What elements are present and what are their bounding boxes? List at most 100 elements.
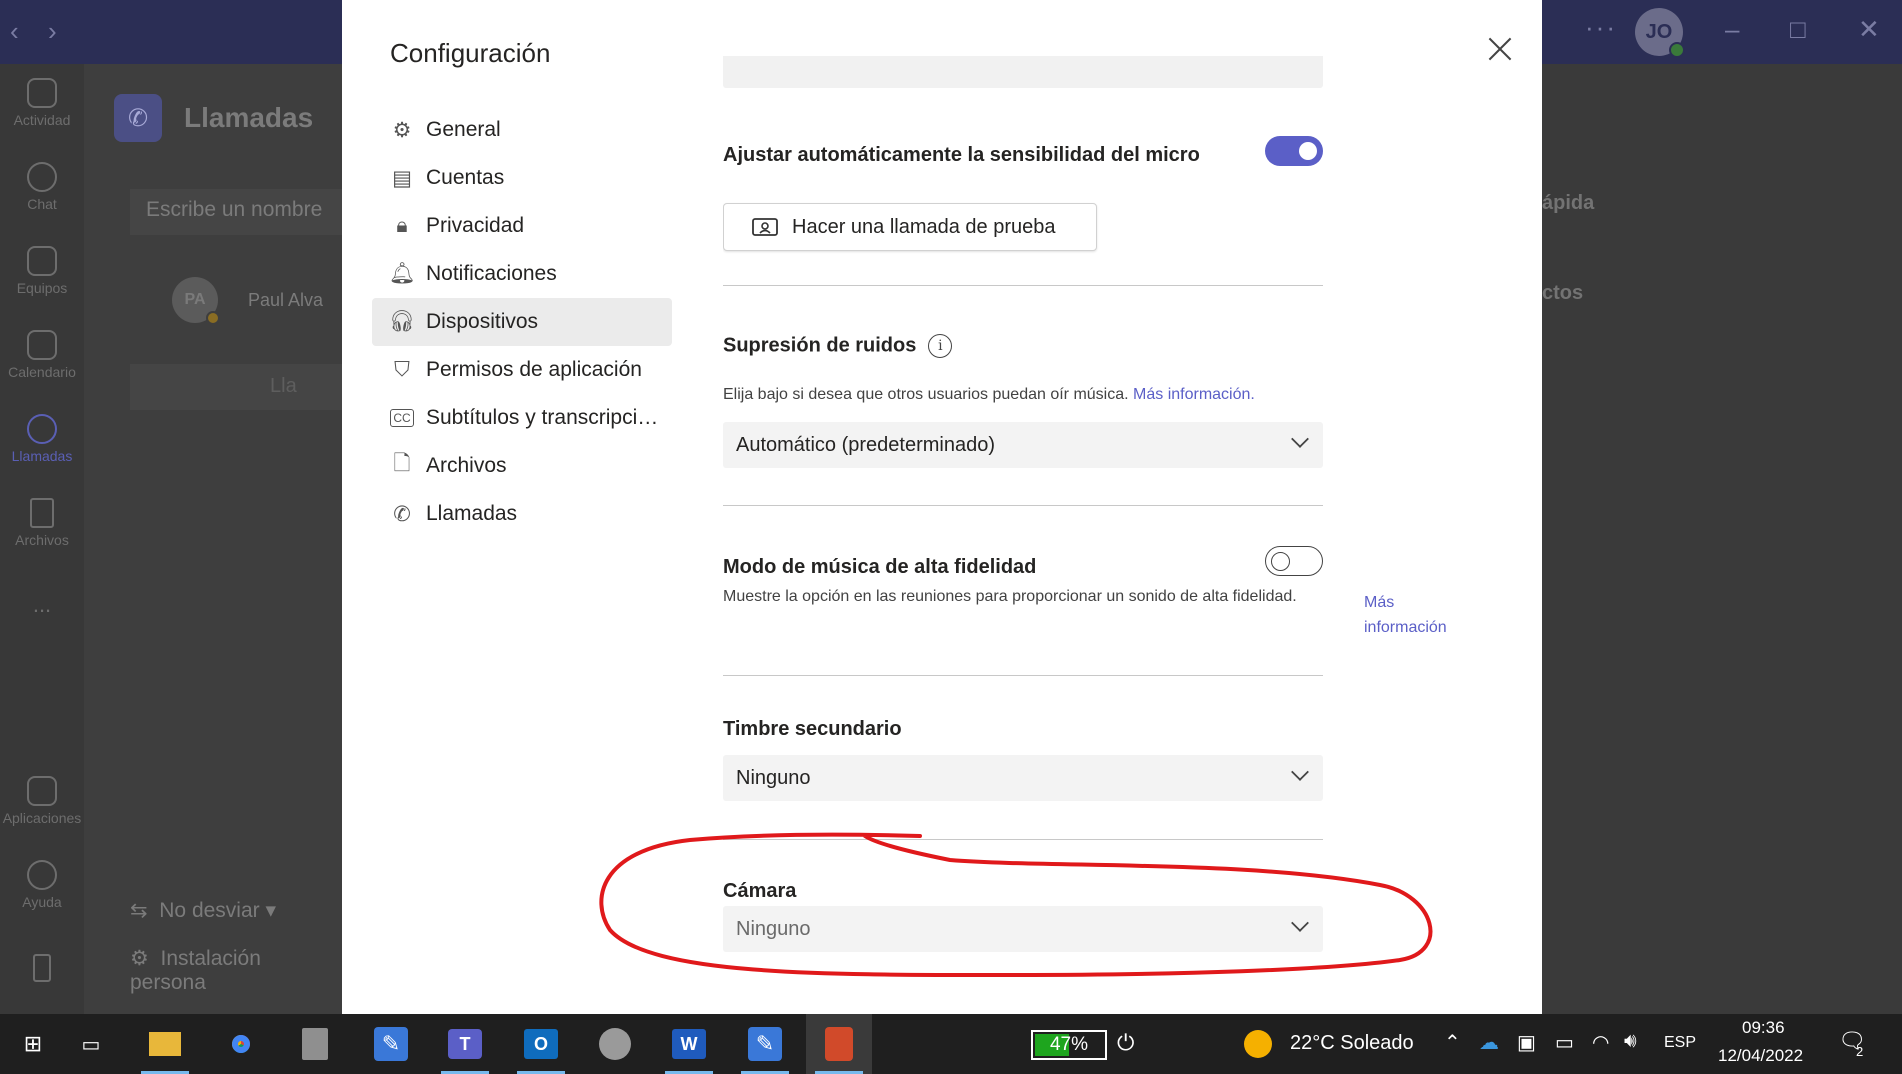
- rail-item-calls[interactable]: Llamadas: [0, 414, 84, 464]
- camera-select[interactable]: Ninguno: [723, 906, 1323, 952]
- secondary-ringer-label: Timbre secundario: [723, 718, 902, 740]
- whiteboard-app[interactable]: ✎: [358, 1014, 424, 1074]
- battery-indicator[interactable]: 47%: [1031, 1030, 1107, 1060]
- presence-icon: [206, 311, 220, 325]
- chevron-up-icon[interactable]: ⌃: [1444, 1030, 1461, 1055]
- start-button[interactable]: ⊞: [0, 1014, 66, 1074]
- noise-desc-text: Elija bajo si desea que otros usuarios p…: [723, 386, 1129, 403]
- close-window-icon[interactable]: ✕: [1858, 14, 1880, 45]
- teams-app[interactable]: T: [432, 1014, 498, 1074]
- calls-title: Llamadas: [184, 102, 314, 133]
- rail-item-calendar[interactable]: Calendario: [0, 330, 84, 380]
- contact-item[interactable]: PA Paul Alva: [172, 277, 323, 325]
- nav-notifications[interactable]: 🔔︎ Notificaciones: [372, 250, 672, 298]
- nav-devices[interactable]: 🎧︎ Dispositivos: [372, 298, 672, 346]
- teams-icon: [27, 246, 57, 276]
- mobile-icon: [33, 954, 51, 982]
- lock-icon: 🔒︎: [396, 214, 408, 237]
- power-icon[interactable]: ▭: [1555, 1030, 1574, 1055]
- accounts-icon: ▤: [392, 166, 412, 190]
- nav-accounts[interactable]: ▤ Cuentas: [372, 154, 672, 202]
- rail-label: Llamadas: [11, 448, 73, 464]
- snipping-tool-app[interactable]: [806, 1014, 872, 1074]
- language-indicator[interactable]: ESP: [1664, 1034, 1696, 1052]
- plug-icon: ⏻: [1117, 1030, 1135, 1055]
- screen: ‹ › ··· JO – □ ✕ Actividad Chat Equipos …: [0, 0, 1902, 1074]
- wifi-icon[interactable]: ◠: [1592, 1030, 1609, 1055]
- nav-files[interactable]: 🗋 Archivos: [372, 442, 672, 490]
- search-placeholder: Escribe un nombre: [146, 198, 323, 221]
- call-forwarding[interactable]: ⇆ No desviar ▾: [130, 898, 276, 923]
- more-options-icon[interactable]: ···: [1585, 12, 1617, 43]
- whiteboard-app-2[interactable]: ✎: [732, 1014, 798, 1074]
- secondary-ringer-select[interactable]: Ninguno: [723, 755, 1323, 801]
- rail-item-more[interactable]: ...: [0, 592, 84, 618]
- noise-label: Supresión de ruidos: [723, 334, 917, 357]
- gear-icon: ⚙: [392, 118, 412, 142]
- minimize-icon[interactable]: –: [1725, 14, 1739, 45]
- mic-sensitivity-toggle[interactable]: [1265, 136, 1323, 166]
- speed-dial-heading: ápida: [1542, 192, 1595, 214]
- clock-time[interactable]: 09:36: [1742, 1018, 1785, 1038]
- chrome-app[interactable]: [208, 1014, 274, 1074]
- apps-icon: [27, 776, 57, 806]
- calls-pane: ✆ Llamadas Escribe un nombre PA Paul Alv…: [84, 64, 350, 1014]
- rail-label: Aplicaciones: [2, 810, 82, 826]
- hifi-more-info-link[interactable]: Más información: [1364, 590, 1474, 640]
- call-button[interactable]: Lla: [130, 364, 350, 410]
- clock-date[interactable]: 12/04/2022: [1718, 1046, 1803, 1066]
- hifi-music-toggle[interactable]: [1265, 546, 1323, 576]
- rail-label: Calendario: [8, 364, 76, 380]
- earth-pro-app[interactable]: [582, 1014, 648, 1074]
- windows-icon: ⊞: [23, 1031, 43, 1056]
- rail-label: Actividad: [13, 112, 71, 128]
- maximize-icon[interactable]: □: [1790, 14, 1806, 45]
- weather-text[interactable]: 22°C Soleado: [1290, 1032, 1414, 1055]
- forwarding-label: No desviar: [159, 899, 260, 922]
- dial-search-input[interactable]: Escribe un nombre: [130, 189, 350, 235]
- rail-item-device[interactable]: [0, 954, 84, 986]
- rail-item-files[interactable]: Archivos: [0, 498, 84, 548]
- onedrive-icon[interactable]: ☁: [1479, 1030, 1499, 1055]
- calculator-app[interactable]: [282, 1014, 348, 1074]
- noise-more-info-link[interactable]: Más información.: [1133, 386, 1255, 403]
- test-call-button[interactable]: Hacer una llamada de prueba: [723, 203, 1097, 251]
- speaker-select-partial[interactable]: [723, 56, 1323, 88]
- rail-item-activity[interactable]: Actividad: [0, 78, 84, 128]
- nav-app-permissions[interactable]: ⛉ Permisos de aplicación: [372, 346, 672, 394]
- chat-icon: [27, 162, 57, 192]
- device-setup[interactable]: ⚙ Instalación persona: [130, 946, 342, 995]
- info-icon[interactable]: i: [928, 334, 953, 358]
- test-call-icon: [752, 218, 778, 236]
- chevron-down-icon: [1291, 430, 1309, 448]
- back-arrow-icon[interactable]: ‹: [10, 16, 19, 47]
- nav-general[interactable]: ⚙ General: [372, 106, 672, 154]
- rail-item-chat[interactable]: Chat: [0, 162, 84, 212]
- dialog-title: Configuración: [390, 38, 551, 68]
- file-explorer-app[interactable]: [132, 1014, 198, 1074]
- display-icon[interactable]: ▣: [1517, 1030, 1536, 1055]
- word-app[interactable]: W: [656, 1014, 722, 1074]
- noise-description: Elija bajo si desea que otros usuarios p…: [723, 382, 1255, 407]
- divider: [723, 675, 1323, 676]
- user-avatar[interactable]: JO: [1635, 8, 1685, 58]
- nav-privacy[interactable]: 🔒︎ Privacidad: [372, 202, 672, 250]
- mic-sensitivity-label: Ajustar automáticamente la sensibilidad …: [723, 144, 1200, 166]
- rail-item-teams[interactable]: Equipos: [0, 246, 84, 296]
- nav-label: Llamadas: [426, 502, 518, 525]
- volume-icon[interactable]: 🔊︎: [1624, 1030, 1637, 1053]
- chrome-icon: [225, 1028, 257, 1060]
- forward-arrow-icon[interactable]: ›: [48, 16, 57, 47]
- nav-captions[interactable]: CC Subtítulos y transcripcio...: [372, 394, 672, 442]
- divider: [723, 285, 1323, 286]
- noise-suppression-select[interactable]: Automático (predeterminado): [723, 422, 1323, 468]
- chevron-down-icon: [1291, 914, 1309, 932]
- outlook-app[interactable]: O: [508, 1014, 574, 1074]
- word-icon: W: [672, 1029, 706, 1059]
- nav-calls[interactable]: ✆ Llamadas: [372, 490, 672, 538]
- rail-item-help[interactable]: Ayuda: [0, 860, 84, 910]
- task-view-button[interactable]: ▭: [58, 1014, 124, 1074]
- app-rail: Actividad Chat Equipos Calendario Llamad…: [0, 64, 84, 1014]
- rail-item-apps[interactable]: Aplicaciones: [0, 776, 84, 826]
- nav-label: Notificaciones: [426, 262, 557, 285]
